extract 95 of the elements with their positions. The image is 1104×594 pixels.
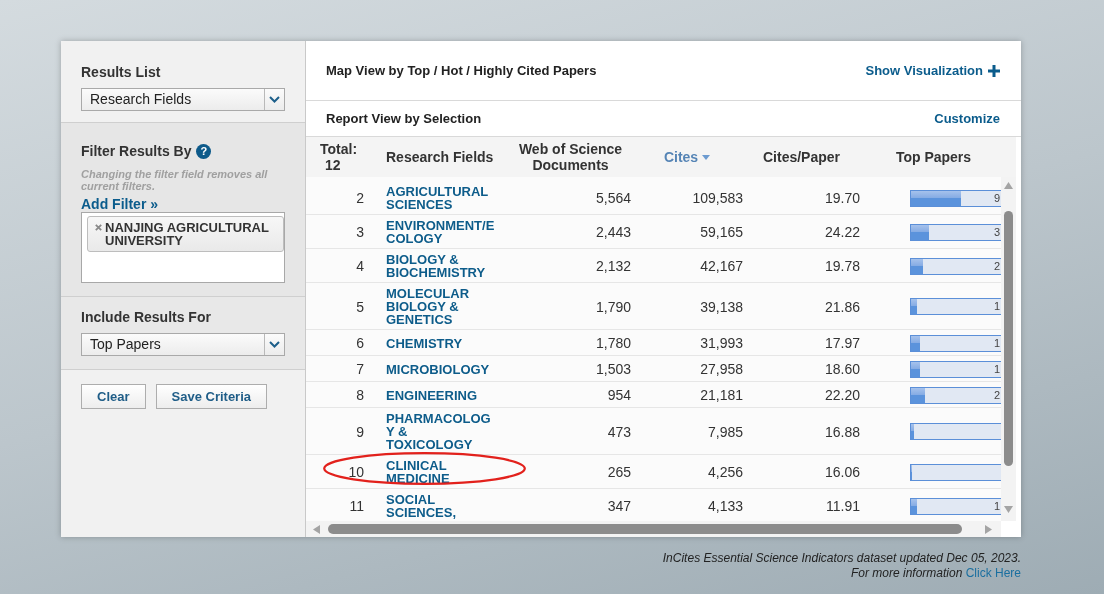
show-visualization-link[interactable]: Show Visualization bbox=[865, 63, 1000, 78]
cites-count: 39,138 bbox=[700, 298, 743, 315]
top-papers-count: 1 bbox=[993, 300, 1001, 313]
scroll-left-icon[interactable] bbox=[313, 524, 320, 534]
filter-hint: Changing the filter field removes all current filters. bbox=[81, 168, 269, 192]
cites-per-paper-value: 17.97 bbox=[824, 335, 860, 351]
cites-per-paper-value: 11.91 bbox=[826, 498, 860, 514]
dataset-update-note: InCites Essential Science Indicators dataset updated Dec 05, 2023. bbox=[662, 551, 1021, 566]
documents-count: 473 bbox=[607, 423, 631, 440]
scrollbar-thumb[interactable] bbox=[328, 524, 962, 534]
cites-count: 59,165 bbox=[700, 224, 743, 240]
results-list-label: Results List bbox=[81, 64, 161, 80]
documents-count: 1,503 bbox=[595, 361, 631, 377]
total-label: Total: bbox=[320, 141, 358, 157]
research-field-link[interactable]: MICROBIOLOGY bbox=[386, 362, 490, 376]
documents-count: 1,790 bbox=[595, 298, 631, 315]
cites-count: 42,167 bbox=[700, 258, 743, 274]
cites-count: 109,583 bbox=[692, 190, 743, 206]
rank-number: 9 bbox=[356, 423, 364, 440]
research-field-link[interactable]: BIOLOGY & BIOCHEMISTRY bbox=[386, 253, 497, 279]
add-filter-link[interactable]: Add Filter » bbox=[81, 196, 158, 212]
column-header[interactable]: Cites bbox=[663, 149, 711, 165]
research-field-link[interactable]: SOCIAL SCIENCES, bbox=[386, 493, 497, 519]
cites-per-paper-value: 18.60 bbox=[824, 361, 860, 377]
scrollbar-thumb[interactable] bbox=[1004, 211, 1013, 466]
top-papers-count: 1 bbox=[993, 336, 1001, 350]
include-results-dropdown[interactable]: Top Papers bbox=[81, 333, 285, 356]
help-icon[interactable]: ? bbox=[196, 143, 212, 159]
research-field-link[interactable]: PHARMACOLOGY & TOXICOLOGY bbox=[386, 412, 497, 451]
plus-icon bbox=[988, 64, 1000, 77]
customize-link[interactable]: Customize bbox=[934, 111, 1000, 126]
column-header[interactable]: Research Fields bbox=[386, 149, 494, 165]
more-info-text: For more information Click Here bbox=[850, 566, 1021, 581]
research-field-link[interactable]: ENVIRONMENT/ECOLOGY bbox=[386, 219, 497, 245]
top-papers-count: 2 bbox=[993, 259, 1001, 273]
horizontal-scrollbar[interactable] bbox=[306, 521, 1001, 537]
research-field-link[interactable]: MOLECULAR BIOLOGY & GENETICS bbox=[386, 287, 497, 326]
top-papers-count: 3 bbox=[993, 225, 1001, 239]
cites-per-paper-value: 19.70 bbox=[824, 190, 860, 206]
remove-icon[interactable] bbox=[95, 224, 102, 231]
rank-number: 8 bbox=[356, 387, 364, 403]
filter-results-label: Filter Results By bbox=[81, 143, 192, 159]
cites-count: 21,181 bbox=[700, 387, 743, 403]
results-list-dropdown[interactable]: Research Fields bbox=[81, 88, 285, 111]
cites-per-paper-value: 24.22 bbox=[824, 224, 860, 240]
cites-count: 4,256 bbox=[707, 464, 743, 480]
map-view-title: Map View by Top / Hot / Highly Cited Papers bbox=[326, 63, 597, 78]
rank-number: 11 bbox=[349, 498, 364, 514]
cites-count: 4,133 bbox=[707, 498, 743, 514]
top-papers-count: 9 bbox=[993, 191, 1001, 205]
rank-number: 5 bbox=[356, 298, 364, 315]
cites-per-paper-value: 21.86 bbox=[824, 298, 860, 315]
research-field-link[interactable]: CLINICAL MEDICINE bbox=[386, 459, 497, 485]
column-header[interactable]: Web of Science Documents bbox=[504, 141, 637, 173]
cites-per-paper-value: 16.88 bbox=[824, 423, 860, 440]
research-field-link[interactable]: CHEMISTRY bbox=[386, 336, 463, 350]
cites-count: 27,958 bbox=[700, 361, 743, 377]
documents-count: 5,564 bbox=[595, 190, 631, 206]
cites-count: 7,985 bbox=[707, 423, 743, 440]
scroll-down-icon[interactable] bbox=[1004, 506, 1013, 513]
research-field-link[interactable]: AGRICULTURAL SCIENCES bbox=[386, 185, 497, 211]
documents-count: 2,443 bbox=[595, 224, 631, 240]
cites-per-paper-value: 22.20 bbox=[824, 387, 860, 403]
documents-count: 954 bbox=[607, 387, 631, 403]
save-criteria-button[interactable]: Save Criteria bbox=[155, 384, 268, 409]
rank-number: 6 bbox=[356, 335, 364, 351]
scroll-right-icon[interactable] bbox=[985, 524, 992, 534]
filter-chip[interactable]: NANJING AGRICULTURAL UNIVERSITY bbox=[87, 216, 284, 252]
chevron-down-icon bbox=[269, 341, 280, 348]
documents-count: 1,780 bbox=[595, 335, 631, 351]
clear-button[interactable]: Clear bbox=[81, 384, 146, 409]
rank-number: 10 bbox=[348, 464, 364, 480]
cites-count: 31,993 bbox=[700, 335, 743, 351]
vertical-scrollbar[interactable] bbox=[1001, 177, 1016, 521]
rank-number: 3 bbox=[356, 224, 364, 240]
documents-count: 2,132 bbox=[595, 258, 631, 274]
documents-count: 265 bbox=[607, 464, 631, 480]
rank-number: 2 bbox=[356, 190, 364, 206]
total-count: 12 bbox=[324, 157, 341, 173]
column-header[interactable]: Top Papers bbox=[895, 149, 972, 165]
top-papers-count: 1 bbox=[993, 362, 1001, 376]
column-header[interactable]: Cites/Paper bbox=[762, 149, 840, 165]
sort-caret-icon bbox=[702, 154, 711, 160]
documents-count: 347 bbox=[607, 498, 631, 514]
cites-per-paper-value: 19.78 bbox=[824, 258, 860, 274]
report-view-title: Report View by Selection bbox=[326, 111, 482, 126]
rank-number: 7 bbox=[356, 361, 364, 377]
include-results-label: Include Results For bbox=[81, 309, 211, 325]
cites-per-paper-value: 16.06 bbox=[824, 464, 860, 480]
scroll-up-icon[interactable] bbox=[1004, 182, 1013, 189]
top-papers-count: 2 bbox=[993, 388, 1001, 402]
research-field-link[interactable]: ENGINEERING bbox=[386, 388, 477, 402]
rank-number: 4 bbox=[356, 258, 364, 274]
chevron-down-icon bbox=[269, 96, 280, 103]
top-papers-count: 1 bbox=[993, 499, 1001, 513]
